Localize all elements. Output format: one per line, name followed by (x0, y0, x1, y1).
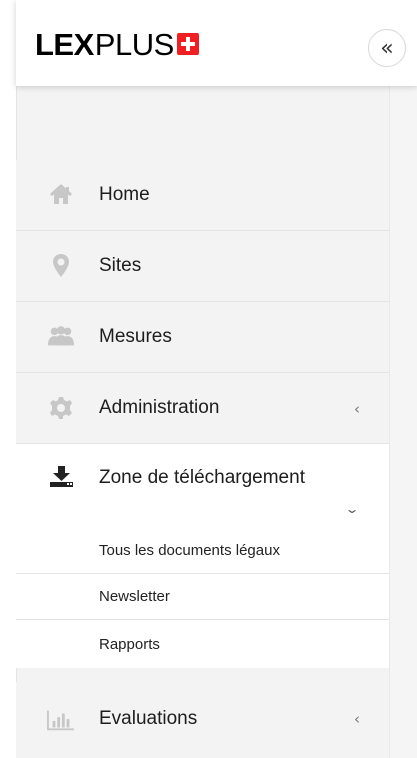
swiss-flag-icon (176, 33, 199, 55)
sidebar-header: LEX PLUS « (16, 0, 417, 86)
submenu-item-legal-documents[interactable]: Tous les documents légaux (16, 528, 389, 574)
sidebar-item-label: Evaluations (99, 708, 198, 729)
sidebar-item-label: Sites (99, 255, 142, 276)
submenu-item-newsletter[interactable]: Newsletter (16, 574, 389, 620)
sidebar-item-zone-de-telechargement[interactable]: Zone de téléchargement ⌄ (16, 444, 389, 531)
sidebar-item-evaluations[interactable]: Evaluations ‹ (16, 682, 389, 758)
gear-icon (47, 394, 75, 422)
map-marker-icon (47, 252, 75, 280)
sidebar-item-label: Home (99, 184, 150, 205)
sidebar-item-administration[interactable]: Administration ‹ (16, 373, 389, 444)
collapse-sidebar-button[interactable]: « (368, 29, 406, 67)
lexplus-logo[interactable]: LEX PLUS (35, 28, 199, 60)
main-navigation: Home Sites Mesures Administration ‹ Zone… (16, 160, 389, 531)
app-window: LEX PLUS « Home Sites Mesures Administra… (0, 0, 417, 758)
sidebar-item-label: Administration (99, 397, 220, 418)
download-submenu: Tous les documents légaux Newsletter Rap… (16, 528, 389, 668)
bar-chart-icon (47, 706, 75, 734)
chevron-left-icon: ‹ (354, 710, 360, 728)
sidebar-item-mesures[interactable]: Mesures (16, 302, 389, 373)
download-icon (47, 462, 75, 490)
chevron-down-icon: ⌄ (344, 502, 360, 516)
content-edge (389, 0, 417, 758)
sidebar-item-label: Mesures (99, 326, 172, 347)
sidebar-item-label: Zone de téléchargement (99, 467, 305, 488)
logo-light-text: PLUS (94, 26, 174, 62)
chevron-left-icon: ‹ (354, 400, 360, 418)
left-gutter (0, 0, 16, 758)
submenu-item-reports[interactable]: Rapports (16, 620, 389, 668)
logo-bold-text: LEX (35, 26, 94, 62)
home-icon (47, 181, 75, 209)
sidebar-item-sites[interactable]: Sites (16, 231, 389, 302)
sidebar-item-home[interactable]: Home (16, 160, 389, 231)
users-icon (47, 323, 75, 351)
